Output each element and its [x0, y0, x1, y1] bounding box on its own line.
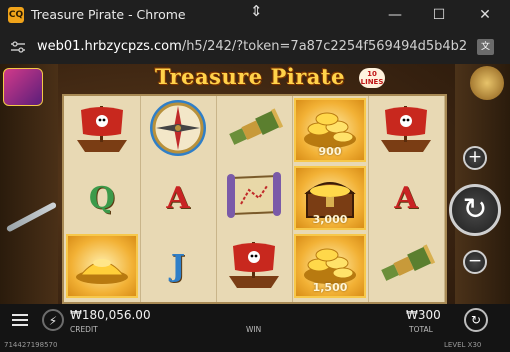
reel-symbol-gold-coins-pile [66, 234, 138, 298]
resize-cursor-icon: ⇕ [250, 2, 263, 20]
promo-badge[interactable] [3, 68, 43, 106]
total-bet-label: TOTAL [409, 325, 433, 334]
total-bet-value: ₩300 [406, 308, 441, 322]
pirate-ship-icon [375, 100, 437, 160]
pirate-ship-icon [71, 100, 133, 160]
credit-value: ₩180,056.00 [70, 308, 151, 322]
window-titlebar: CQ Treasure Pirate - Chrome ⇕ — ☐ ✕ [0, 0, 510, 30]
reel-symbol-compass [142, 98, 214, 162]
credit-label: CREDIT [70, 325, 98, 334]
compass-icon [147, 97, 209, 163]
spin-button[interactable]: ↻ [449, 184, 501, 236]
autospin-button[interactable]: ↻ [464, 308, 488, 332]
reel-symbol-pirate-ship [370, 98, 442, 162]
reel-column: A [368, 96, 445, 302]
url-path: /h5/242/?token=7a87c2254f569494d5b4b2... [181, 39, 467, 54]
reel-column: 900 3,000 1,500 [292, 96, 369, 302]
reel-grid: Q A J 900 3,000 1,500 A [62, 94, 447, 304]
reel-symbol-pirate-ship [66, 98, 138, 162]
reel-symbol-gold-coins: 900 [294, 98, 366, 162]
level-indicator: LEVEL X30 [444, 341, 482, 349]
game-canvas: Treasure Pirate 10 LINES Q A J 900 3,000 1,50… [0, 64, 510, 352]
url-field[interactable]: web01.hrbzycpzs.com/h5/242/?token=7a87c2… [37, 39, 467, 54]
minimize-button[interactable]: — [380, 2, 410, 28]
reel-column [216, 96, 293, 302]
game-footer: ⚡ ₩180,056.00 CREDIT WIN ₩300 TOTAL ↻ 71… [0, 304, 510, 352]
lamp-decoration [470, 66, 504, 100]
pirate-ship-icon [223, 236, 285, 296]
reel-symbol-letter-j: J [142, 234, 214, 298]
reel-column: Q [64, 96, 141, 302]
bet-increase-button[interactable]: + [463, 146, 487, 170]
reel-symbol-letter-a: A [142, 166, 214, 230]
reel-column: AJ [140, 96, 217, 302]
symbol-letter: A [394, 180, 418, 216]
game-logo: Treasure Pirate [155, 64, 345, 89]
reel-symbol-gold-coins: 1,500 [294, 234, 366, 298]
round-id: 714427198570 [4, 341, 58, 349]
reel-symbol-letter-a: A [370, 166, 442, 230]
address-bar: web01.hrbzycpzs.com/h5/242/?token=7a87c2… [0, 30, 510, 65]
url-host: web01.hrbzycpzs.com [37, 39, 182, 54]
reel-symbol-treasure-chest: 3,000 [294, 166, 366, 230]
symbol-letter: A [166, 180, 190, 216]
bet-decrease-button[interactable]: − [463, 250, 487, 274]
menu-icon[interactable] [12, 313, 28, 327]
symbol-win-value: 1,500 [312, 281, 348, 294]
lines-badge: 10 LINES [359, 68, 385, 88]
reel-symbol-treasure-map [218, 166, 290, 230]
reel-symbol-spyglass [370, 234, 442, 298]
window-title: Treasure Pirate - Chrome [31, 7, 186, 22]
symbol-letter: Q [88, 180, 116, 216]
site-settings-icon[interactable] [11, 41, 25, 53]
reel-symbol-letter-q: Q [66, 166, 138, 230]
translate-icon[interactable]: 文 [477, 39, 494, 55]
spyglass-icon [223, 103, 285, 157]
reel-symbol-spyglass [218, 98, 290, 162]
gold-coins-pile-icon [71, 241, 133, 291]
symbol-letter: J [170, 248, 186, 284]
symbol-win-value: 3,000 [312, 213, 348, 226]
turbo-icon[interactable]: ⚡ [42, 309, 64, 331]
symbol-win-value: 900 [318, 145, 342, 158]
treasure-map-icon [223, 168, 285, 228]
maximize-button[interactable]: ☐ [424, 2, 454, 28]
close-button[interactable]: ✕ [470, 2, 500, 28]
win-label: WIN [246, 325, 262, 334]
app-icon: CQ [8, 7, 24, 23]
reel-symbol-pirate-ship [218, 234, 290, 298]
spyglass-icon [375, 239, 437, 293]
